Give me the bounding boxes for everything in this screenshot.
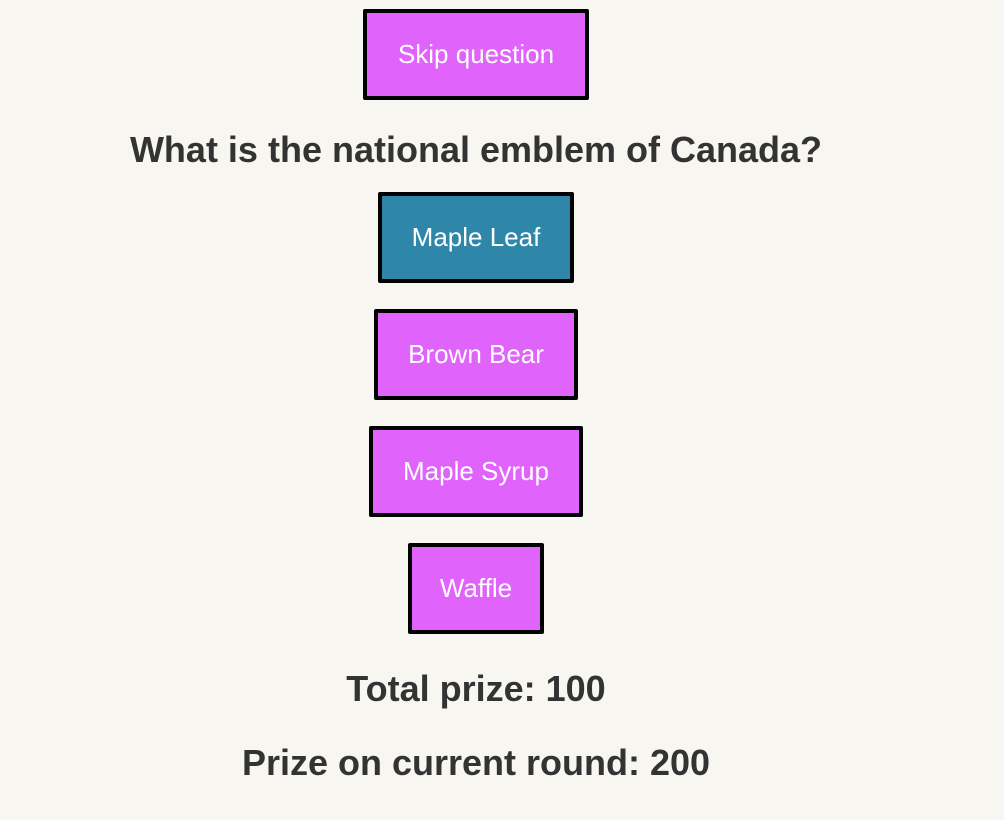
answer-button-waffle[interactable]: Waffle [408, 543, 544, 634]
answer-list: Maple Leaf Brown Bear Maple Syrup Waffle [369, 192, 583, 634]
total-prize: Total prize: 100 [346, 668, 606, 709]
quiz-container: Skip question What is the national emble… [0, 0, 952, 785]
answer-button-maple-leaf[interactable]: Maple Leaf [378, 192, 574, 283]
answer-button-brown-bear[interactable]: Brown Bear [374, 309, 578, 400]
current-round-prize: Prize on current round: 200 [241, 742, 711, 783]
answer-button-maple-syrup[interactable]: Maple Syrup [369, 426, 583, 517]
question-text: What is the national emblem of Canada? [129, 129, 823, 170]
skip-question-button[interactable]: Skip question [363, 9, 589, 100]
